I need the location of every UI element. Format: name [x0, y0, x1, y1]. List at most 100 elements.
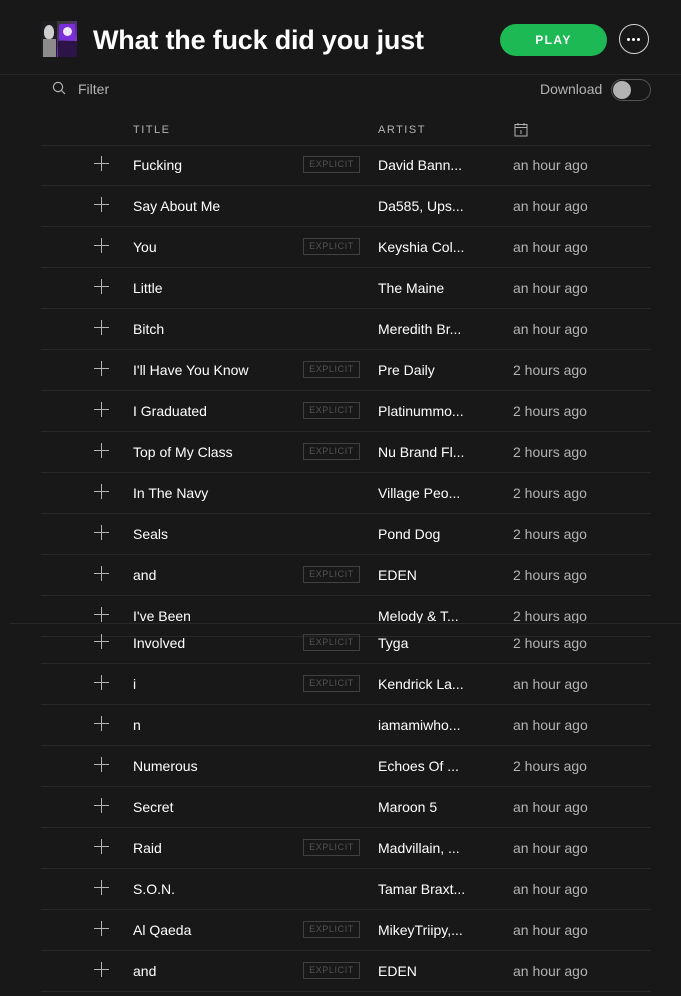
track-artist-link[interactable]: David Bann... — [378, 157, 468, 173]
more-options-button[interactable] — [619, 24, 649, 54]
track-artist-link[interactable]: EDEN — [378, 963, 468, 979]
track-row[interactable]: Seals Pond Dog 2 hours ago — [41, 514, 651, 555]
track-added-date: an hour ago — [513, 239, 588, 255]
track-added-date: an hour ago — [513, 321, 588, 337]
column-header-title[interactable]: TITLE — [133, 124, 170, 136]
track-title: n — [133, 717, 141, 733]
playlist-toolbar: Download — [0, 74, 681, 114]
add-icon[interactable] — [94, 675, 109, 690]
track-artist-link[interactable]: The Maine — [378, 280, 468, 296]
track-added-date: an hour ago — [513, 963, 588, 979]
track-row[interactable]: Al Qaeda EXPLICIT MikeyTriipy,... an hour a… — [41, 910, 651, 951]
add-icon[interactable] — [94, 361, 109, 376]
track-artist-link[interactable]: Meredith Br... — [378, 321, 468, 337]
add-icon[interactable] — [94, 634, 109, 649]
track-row[interactable]: Involved EXPLICIT Tyga 2 hours ago — [41, 623, 651, 664]
track-artist-link[interactable]: MikeyTriipy,... — [378, 922, 468, 938]
track-artist-link[interactable]: Melody & T... — [378, 608, 468, 624]
track-artist-link[interactable]: Tamar Braxt... — [378, 881, 468, 897]
explicit-badge: EXPLICIT — [303, 634, 360, 651]
explicit-badge: EXPLICIT — [303, 962, 360, 979]
add-icon[interactable] — [94, 156, 109, 171]
track-title: Secret — [133, 799, 174, 815]
track-added-date: an hour ago — [513, 840, 588, 856]
track-row[interactable]: I Graduated EXPLICIT Platinummo... 2 hours … — [41, 391, 651, 432]
playlist-cover-image[interactable] — [41, 21, 77, 57]
add-icon[interactable] — [94, 839, 109, 854]
track-artist-link[interactable]: Pre Daily — [378, 362, 468, 378]
explicit-badge: EXPLICIT — [303, 402, 360, 419]
download-label: Download — [540, 81, 603, 97]
track-artist-link[interactable]: Nu Brand Fl... — [378, 444, 468, 460]
play-button[interactable]: PLAY — [500, 24, 607, 56]
track-added-date: an hour ago — [513, 799, 588, 815]
download-toggle[interactable] — [611, 79, 651, 101]
track-row[interactable]: Secret Maroon 5 an hour ago — [41, 787, 651, 828]
track-artist-link[interactable]: EDEN — [378, 567, 468, 583]
track-artist-link[interactable]: Echoes Of ... — [378, 758, 468, 774]
playlist-page: What the fuck did you just PLAY Download… — [0, 0, 681, 996]
track-added-date: 2 hours ago — [513, 526, 587, 542]
track-title: You — [133, 239, 157, 255]
track-title: and — [133, 567, 157, 583]
add-icon[interactable] — [94, 880, 109, 895]
track-row[interactable]: Top of My Class EXPLICIT Nu Brand Fl... 2 h… — [41, 432, 651, 473]
add-icon[interactable] — [94, 962, 109, 977]
add-icon[interactable] — [94, 757, 109, 772]
track-added-date: an hour ago — [513, 881, 588, 897]
explicit-badge: EXPLICIT — [303, 921, 360, 938]
track-artist-link[interactable]: Village Peo... — [378, 485, 468, 501]
track-artist-link[interactable]: Keyshia Col... — [378, 239, 468, 255]
track-artist-link[interactable]: Madvillain, ... — [378, 840, 468, 856]
track-row[interactable]: Fucking EXPLICIT David Bann... an hour ago — [41, 145, 651, 186]
add-icon[interactable] — [94, 443, 109, 458]
add-icon[interactable] — [94, 716, 109, 731]
add-icon[interactable] — [94, 921, 109, 936]
add-icon[interactable] — [94, 484, 109, 499]
track-artist-link[interactable]: Pond Dog — [378, 526, 468, 542]
add-icon[interactable] — [94, 197, 109, 212]
toggle-knob — [613, 81, 631, 99]
filter-input[interactable] — [74, 78, 282, 100]
add-icon[interactable] — [94, 798, 109, 813]
track-artist-link[interactable]: iamamiwho... — [378, 717, 468, 733]
more-dot-icon — [632, 38, 635, 41]
search-icon — [52, 81, 66, 95]
track-row[interactable]: S.O.N. Tamar Braxt... an hour ago — [41, 869, 651, 910]
explicit-badge: EXPLICIT — [303, 675, 360, 692]
track-added-date: an hour ago — [513, 280, 588, 296]
track-artist-link[interactable]: Tyga — [378, 635, 468, 651]
track-added-date: 2 hours ago — [513, 362, 587, 378]
track-added-date: 2 hours ago — [513, 635, 587, 651]
track-row[interactable]: and EXPLICIT EDEN an hour ago — [41, 951, 651, 992]
track-row[interactable]: and EXPLICIT EDEN 2 hours ago — [41, 555, 651, 596]
track-row[interactable]: In The Navy Village Peo... 2 hours ago — [41, 473, 651, 514]
track-artist-link[interactable]: Kendrick La... — [378, 676, 468, 692]
add-icon[interactable] — [94, 607, 109, 622]
track-row[interactable]: i EXPLICIT Kendrick La... an hour ago — [41, 664, 651, 705]
track-row[interactable]: Numerous Echoes Of ... 2 hours ago — [41, 746, 651, 787]
add-icon[interactable] — [94, 525, 109, 540]
track-row[interactable]: You EXPLICIT Keyshia Col... an hour ago — [41, 227, 651, 268]
track-row[interactable]: Raid EXPLICIT Madvillain, ... an hour ago — [41, 828, 651, 869]
track-added-date: 2 hours ago — [513, 608, 587, 624]
track-artist-link[interactable]: Maroon 5 — [378, 799, 468, 815]
column-header-artist[interactable]: ARTIST — [378, 124, 426, 136]
track-row[interactable]: Little The Maine an hour ago — [41, 268, 651, 309]
add-icon[interactable] — [94, 238, 109, 253]
explicit-badge: EXPLICIT — [303, 566, 360, 583]
add-icon[interactable] — [94, 320, 109, 335]
track-row[interactable]: n iamamiwho... an hour ago — [41, 705, 651, 746]
calendar-icon[interactable] — [514, 122, 528, 137]
track-added-date: 2 hours ago — [513, 444, 587, 460]
add-icon[interactable] — [94, 566, 109, 581]
track-row[interactable]: Say About Me Da585, Ups... an hour ago — [41, 186, 651, 227]
add-icon[interactable] — [94, 402, 109, 417]
track-row[interactable]: Bitch Meredith Br... an hour ago — [41, 309, 651, 350]
explicit-badge: EXPLICIT — [303, 839, 360, 856]
track-artist-link[interactable]: Platinummo... — [378, 403, 468, 419]
track-artist-link[interactable]: Da585, Ups... — [378, 198, 468, 214]
track-row[interactable]: I'll Have You Know EXPLICIT Pre Daily 2 hou… — [41, 350, 651, 391]
add-icon[interactable] — [94, 279, 109, 294]
playlist-header: What the fuck did you just PLAY — [0, 0, 681, 75]
